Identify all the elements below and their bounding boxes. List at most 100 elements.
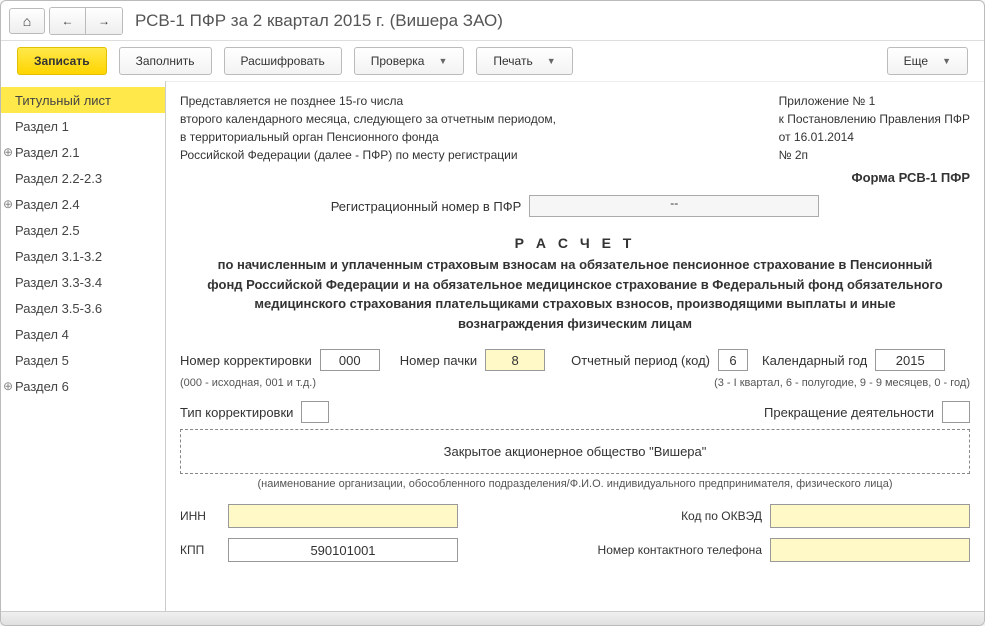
sidebar-item-label: Раздел 3.5-3.6 bbox=[15, 301, 102, 316]
calc-title: Р А С Ч Е Т bbox=[180, 235, 970, 251]
sidebar-item-label: Раздел 2.5 bbox=[15, 223, 80, 238]
okved-label: Код по ОКВЭД bbox=[681, 509, 762, 523]
arrow-right-icon: → bbox=[98, 14, 110, 28]
print-label: Печать bbox=[493, 54, 532, 68]
expand-icon[interactable]: ⊕ bbox=[3, 145, 13, 159]
toolbar: Записать Заполнить Расшифровать Проверка… bbox=[1, 41, 984, 81]
text-line: Приложение № 1 bbox=[779, 92, 970, 110]
sidebar-item-section-3-1-3-2[interactable]: Раздел 3.1-3.2 bbox=[1, 243, 165, 269]
document-content: Представляется не позднее 15-го числа вт… bbox=[166, 81, 984, 611]
phone-label: Номер контактного телефона bbox=[598, 543, 762, 557]
print-button[interactable]: Печать ▼ bbox=[476, 47, 572, 75]
sidebar-item-title-page[interactable]: Титульный лист bbox=[1, 87, 165, 113]
pack-number-field[interactable]: 8 bbox=[485, 349, 545, 371]
sidebar-item-section-3-5-3-6[interactable]: Раздел 3.5-3.6 bbox=[1, 295, 165, 321]
sidebar-item-label: Раздел 2.1 bbox=[15, 145, 80, 160]
period-code-label: Отчетный период (код) bbox=[571, 353, 710, 368]
text-line: Российской Федерации (далее - ПФР) по ме… bbox=[180, 146, 556, 164]
back-button[interactable]: ← bbox=[50, 8, 86, 34]
correction-type-field[interactable] bbox=[301, 401, 329, 423]
kpp-field[interactable]: 590101001 bbox=[228, 538, 458, 562]
sidebar-item-label: Титульный лист bbox=[15, 93, 111, 108]
sidebar-item-label: Раздел 3.1-3.2 bbox=[15, 249, 102, 264]
sidebar-item-section-2-5[interactable]: Раздел 2.5 bbox=[1, 217, 165, 243]
sidebar-item-section-3-3-3-4[interactable]: Раздел 3.3-3.4 bbox=[1, 269, 165, 295]
text-line: второго календарного месяца, следующего … bbox=[180, 110, 556, 128]
correction-number-label: Номер корректировки bbox=[180, 353, 312, 368]
calc-description: по начисленным и уплаченным страховым вз… bbox=[180, 255, 970, 333]
grid-row-kpp: КПП 590101001 Номер контактного телефона bbox=[180, 538, 970, 562]
sidebar-item-section-2-2-2-3[interactable]: Раздел 2.2-2.3 bbox=[1, 165, 165, 191]
horizontal-scrollbar[interactable] bbox=[1, 611, 984, 625]
calendar-year-field[interactable]: 2015 bbox=[875, 349, 945, 371]
more-button[interactable]: Еще ▼ bbox=[887, 47, 968, 75]
nav-history: ← → bbox=[49, 7, 123, 35]
registration-row: Регистрационный номер в ПФР -- bbox=[180, 195, 970, 217]
inn-field[interactable] bbox=[228, 504, 458, 528]
check-label: Проверка bbox=[371, 54, 425, 68]
info-row: Представляется не позднее 15-го числа вт… bbox=[180, 92, 970, 164]
period-code-field[interactable]: 6 bbox=[718, 349, 748, 371]
form-name: Форма РСВ-1 ПФР bbox=[180, 170, 970, 185]
text-line: № 2п bbox=[779, 146, 970, 164]
sidebar-item-label: Раздел 5 bbox=[15, 353, 69, 368]
sidebar-item-label: Раздел 6 bbox=[15, 379, 69, 394]
expand-icon[interactable]: ⊕ bbox=[3, 379, 13, 393]
correction-number-field[interactable]: 000 bbox=[320, 349, 380, 371]
body: Титульный лист Раздел 1 ⊕Раздел 2.1 Разд… bbox=[1, 81, 984, 611]
decode-button[interactable]: Расшифровать bbox=[224, 47, 342, 75]
home-icon: ⌂ bbox=[23, 13, 31, 29]
organization-name-field[interactable]: Закрытое акционерное общество "Вишера" bbox=[180, 429, 970, 474]
home-button[interactable]: ⌂ bbox=[9, 8, 45, 34]
sidebar-item-section-5[interactable]: Раздел 5 bbox=[1, 347, 165, 373]
chevron-down-icon: ▼ bbox=[547, 56, 556, 66]
fill-button[interactable]: Заполнить bbox=[119, 47, 212, 75]
sidebar-item-label: Раздел 1 bbox=[15, 119, 69, 134]
arrow-left-icon: ← bbox=[62, 14, 74, 28]
organization-caption: (наименование организации, обособленного… bbox=[180, 478, 970, 490]
text-line: в территориальный орган Пенсионного фонд… bbox=[180, 128, 556, 146]
okved-field[interactable] bbox=[770, 504, 970, 528]
sidebar-item-section-6[interactable]: ⊕Раздел 6 bbox=[1, 373, 165, 399]
reg-number-field[interactable]: -- bbox=[529, 195, 819, 217]
appendix-info: Приложение № 1 к Постановлению Правления… bbox=[779, 92, 970, 164]
inn-label: ИНН bbox=[180, 509, 220, 523]
text-line: от 16.01.2014 bbox=[779, 128, 970, 146]
topbar: ⌂ ← → РСВ-1 ПФР за 2 квартал 2015 г. (Ви… bbox=[1, 1, 984, 41]
text-line: Представляется не позднее 15-го числа bbox=[180, 92, 556, 110]
reg-label: Регистрационный номер в ПФР bbox=[331, 199, 522, 214]
period-hint: (3 - I квартал, 6 - полугодие, 9 - 9 мес… bbox=[714, 377, 970, 389]
check-button[interactable]: Проверка ▼ bbox=[354, 47, 465, 75]
fields-row-2: Тип корректировки Прекращение деятельнос… bbox=[180, 401, 970, 423]
grid-row-inn: ИНН Код по ОКВЭД bbox=[180, 504, 970, 528]
hint-row: (000 - исходная, 001 и т.д.) (3 - I квар… bbox=[180, 377, 970, 389]
sidebar-item-label: Раздел 4 bbox=[15, 327, 69, 342]
expand-icon[interactable]: ⊕ bbox=[3, 197, 13, 211]
kpp-label: КПП bbox=[180, 543, 220, 557]
sidebar-item-label: Раздел 2.4 bbox=[15, 197, 80, 212]
forward-button[interactable]: → bbox=[86, 8, 122, 34]
text-line: к Постановлению Правления ПФР bbox=[779, 110, 970, 128]
app-window: ⌂ ← → РСВ-1 ПФР за 2 квартал 2015 г. (Ви… bbox=[0, 0, 985, 626]
submit-info: Представляется не позднее 15-го числа вт… bbox=[180, 92, 556, 164]
correction-hint: (000 - исходная, 001 и т.д.) bbox=[180, 377, 316, 389]
sidebar-item-label: Раздел 3.3-3.4 bbox=[15, 275, 102, 290]
sidebar-item-section-1[interactable]: Раздел 1 bbox=[1, 113, 165, 139]
correction-type-label: Тип корректировки bbox=[180, 405, 293, 420]
save-button[interactable]: Записать bbox=[17, 47, 107, 75]
sidebar-item-section-2-4[interactable]: ⊕Раздел 2.4 bbox=[1, 191, 165, 217]
cessation-field[interactable] bbox=[942, 401, 970, 423]
sidebar-item-section-4[interactable]: Раздел 4 bbox=[1, 321, 165, 347]
more-label: Еще bbox=[904, 54, 928, 68]
fields-row-1: Номер корректировки 000 Номер пачки 8 От… bbox=[180, 349, 970, 371]
chevron-down-icon: ▼ bbox=[942, 56, 951, 66]
sidebar-item-label: Раздел 2.2-2.3 bbox=[15, 171, 102, 186]
chevron-down-icon: ▼ bbox=[438, 56, 447, 66]
sidebar: Титульный лист Раздел 1 ⊕Раздел 2.1 Разд… bbox=[1, 81, 166, 611]
cessation-label: Прекращение деятельности bbox=[764, 405, 934, 420]
sidebar-item-section-2-1[interactable]: ⊕Раздел 2.1 bbox=[1, 139, 165, 165]
page-title: РСВ-1 ПФР за 2 квартал 2015 г. (Вишера З… bbox=[135, 11, 503, 31]
phone-field[interactable] bbox=[770, 538, 970, 562]
calendar-year-label: Календарный год bbox=[762, 353, 867, 368]
pack-number-label: Номер пачки bbox=[400, 353, 477, 368]
